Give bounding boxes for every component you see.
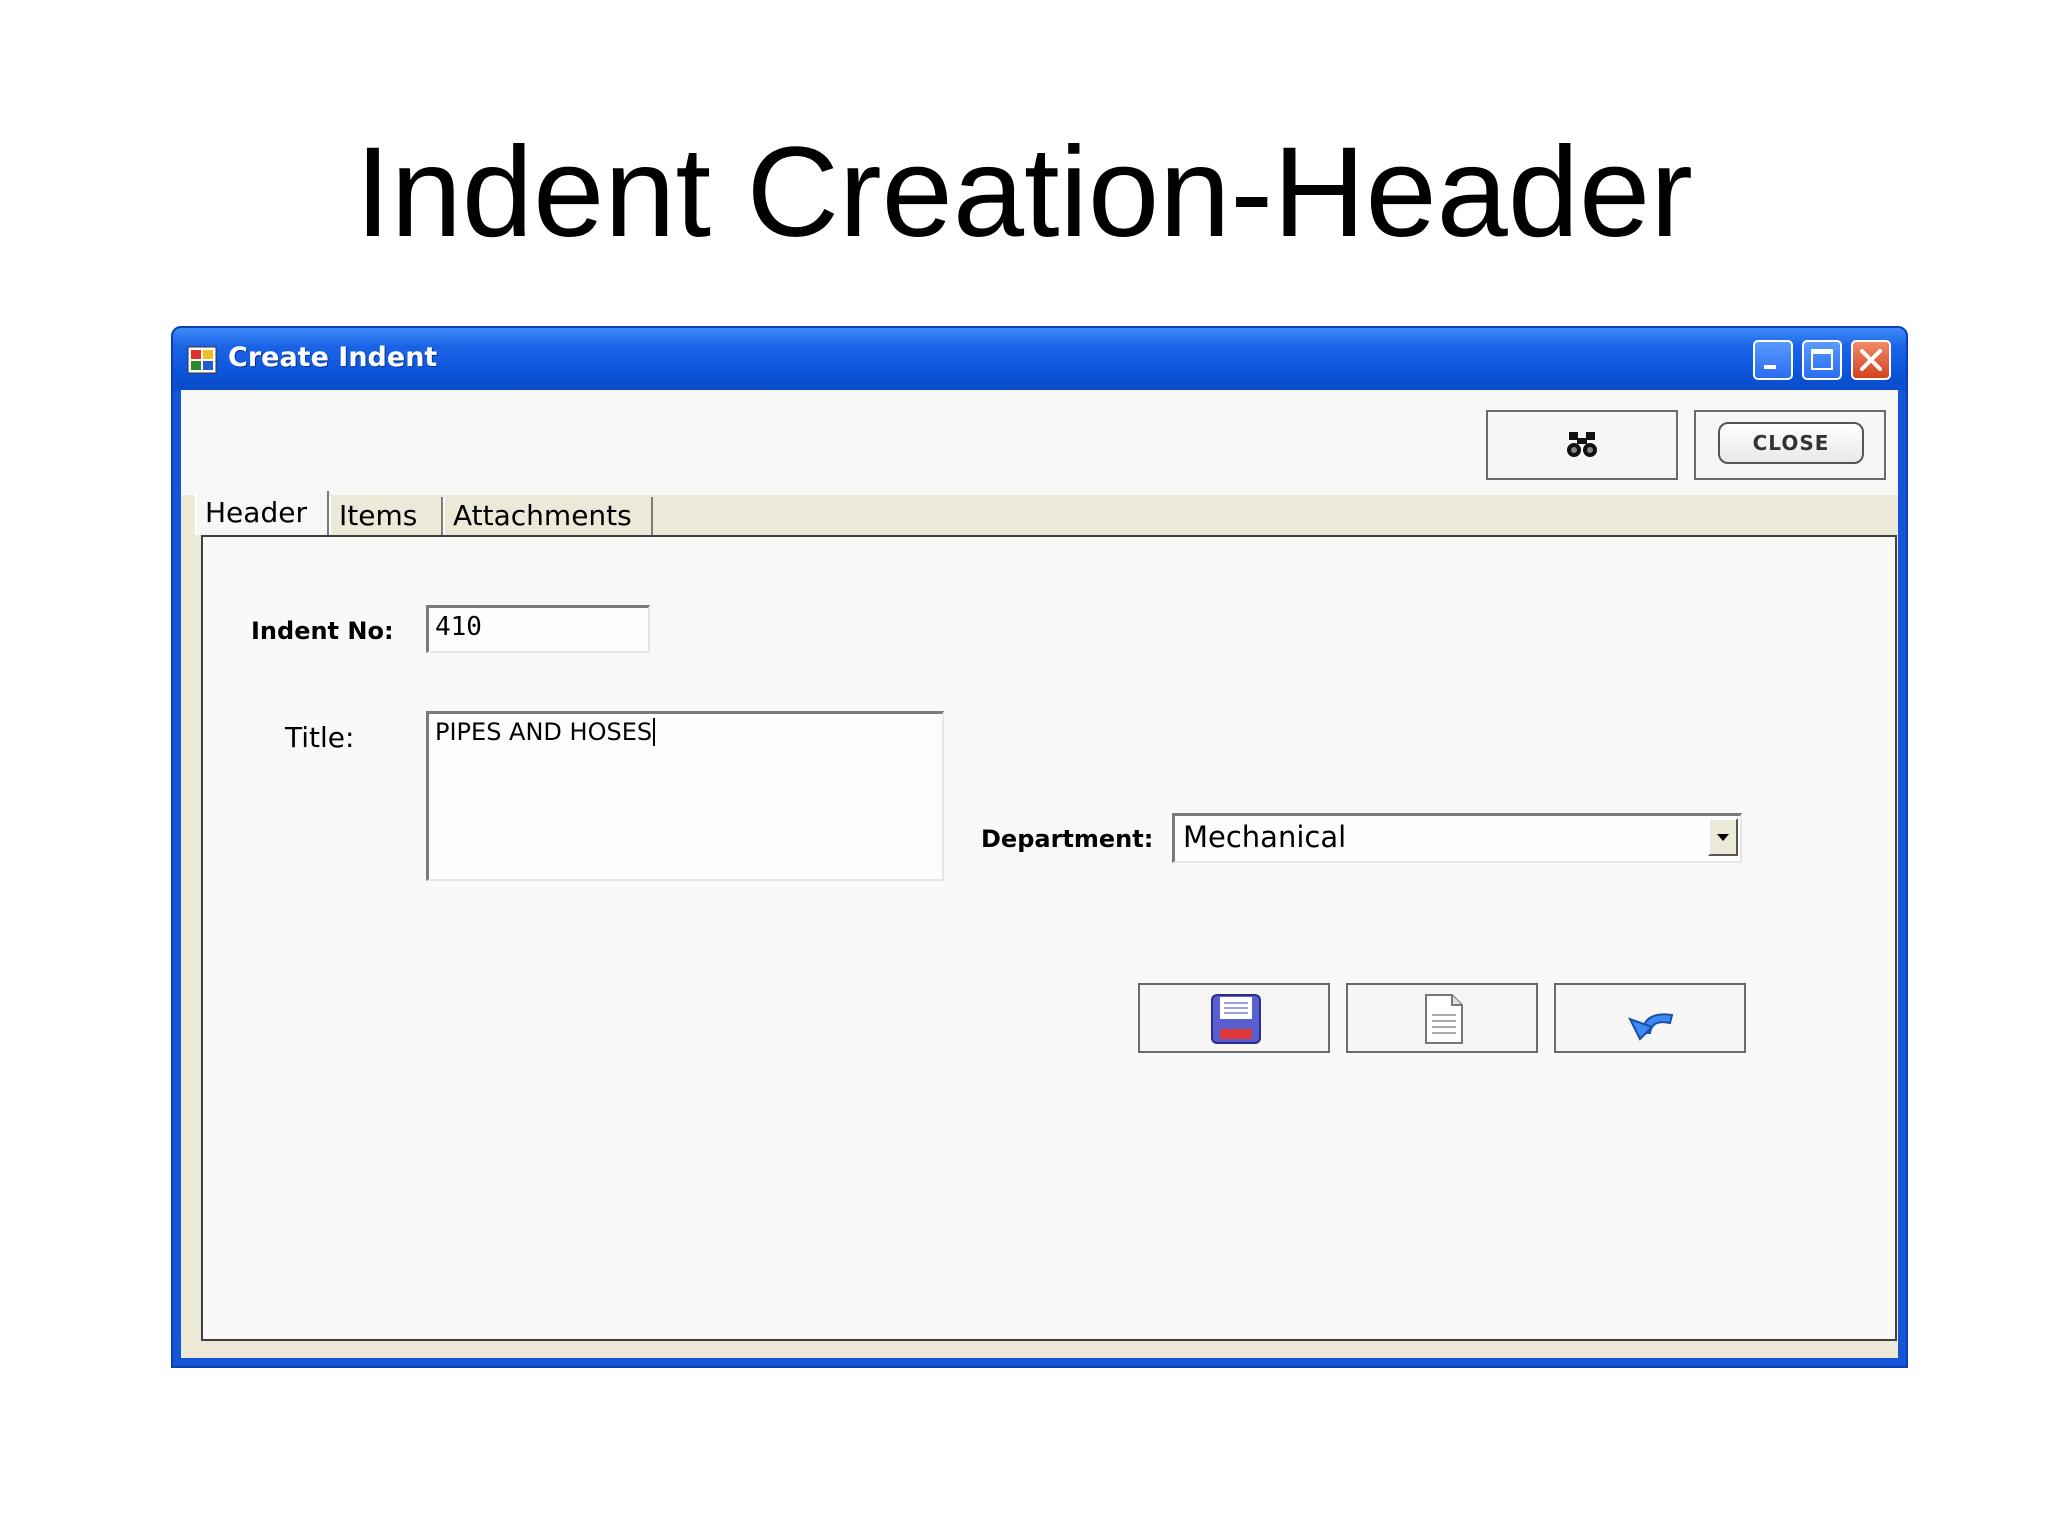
- save-button[interactable]: [1138, 983, 1330, 1053]
- tab-attachments[interactable]: Attachments: [443, 497, 653, 535]
- undo-arrow-icon: [1627, 1013, 1674, 1041]
- new-button[interactable]: [1346, 983, 1538, 1053]
- chevron-down-icon[interactable]: [1708, 818, 1738, 856]
- top-toolbar: CLOSE: [181, 390, 1898, 495]
- window-title: Create Indent: [228, 342, 438, 373]
- floppy-disk-icon: [1211, 994, 1261, 1044]
- title-field[interactable]: PIPES AND HOSES​: [426, 711, 944, 881]
- close-button-label: CLOSE: [1718, 422, 1864, 464]
- close-icon: [1860, 349, 1882, 371]
- header-tab-panel: Indent No: 410 Title: PIPES AND HOSES​ D…: [201, 535, 1897, 1341]
- create-indent-window: Create Indent CLOSE Header Items Attachm…: [171, 326, 1908, 1368]
- binoculars-icon: [1567, 432, 1597, 457]
- title-field-text: PIPES AND HOSES: [435, 718, 653, 746]
- app-icon: [187, 346, 217, 374]
- window-close-button[interactable]: [1851, 340, 1891, 380]
- maximize-button[interactable]: [1802, 340, 1842, 380]
- tab-items[interactable]: Items: [329, 497, 443, 535]
- department-selected-value: Mechanical: [1183, 820, 1347, 854]
- maximize-icon: [1811, 349, 1833, 370]
- find-button[interactable]: [1486, 410, 1678, 480]
- department-select[interactable]: Mechanical: [1172, 813, 1742, 863]
- slide-title: Indent Creation-Header: [355, 121, 1693, 264]
- text-cursor: ​: [653, 718, 656, 746]
- undo-button[interactable]: [1554, 983, 1746, 1053]
- close-button[interactable]: CLOSE: [1694, 410, 1886, 480]
- title-label: Title:: [285, 721, 355, 754]
- indent-no-label: Indent No:: [251, 617, 394, 645]
- department-label: Department:: [981, 825, 1154, 853]
- window-client-area: CLOSE Header Items Attachments Indent No…: [181, 390, 1898, 1358]
- tab-header[interactable]: Header: [195, 491, 329, 535]
- minimize-icon: [1764, 365, 1776, 369]
- new-document-icon: [1425, 994, 1463, 1044]
- window-titlebar[interactable]: Create Indent: [173, 328, 1906, 390]
- minimize-button[interactable]: [1753, 340, 1793, 380]
- indent-no-field[interactable]: 410: [426, 605, 650, 653]
